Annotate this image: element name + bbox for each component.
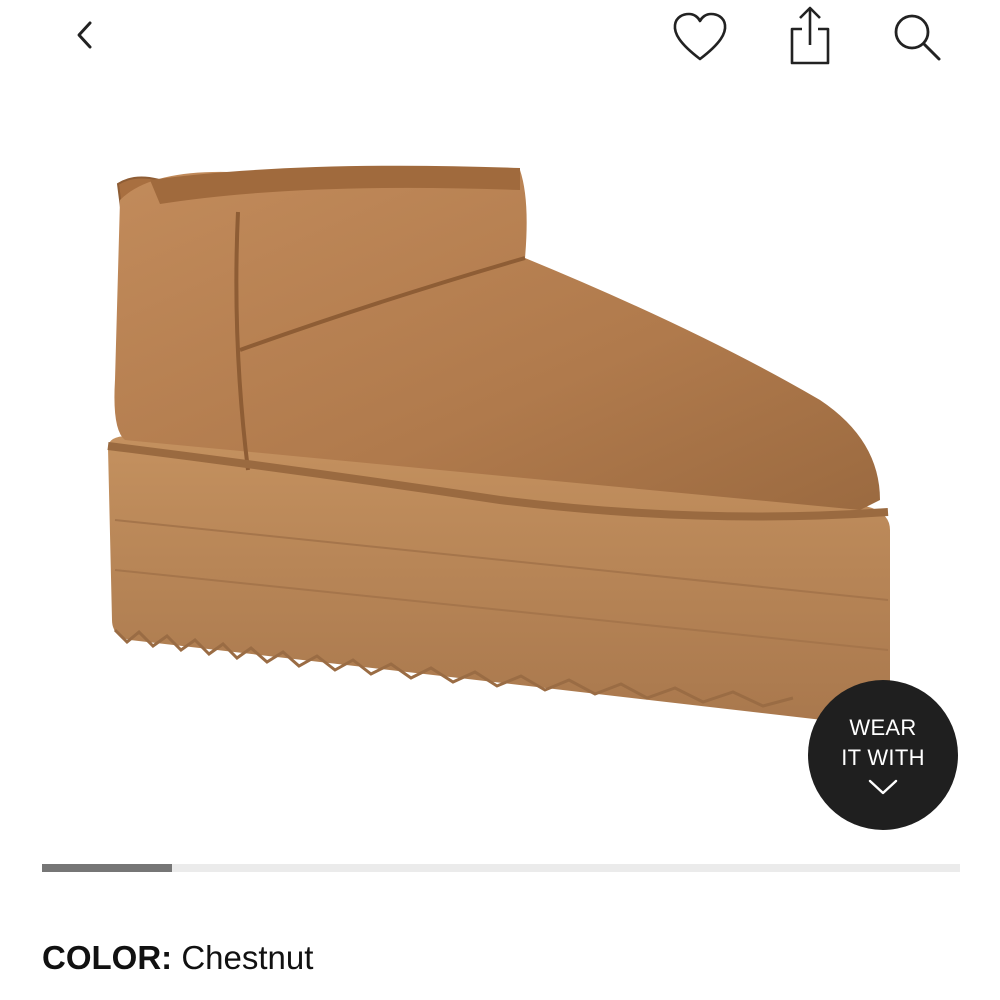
favorite-button[interactable] (668, 8, 732, 66)
search-button[interactable] (888, 8, 946, 66)
color-value: Chestnut (181, 939, 314, 976)
back-button[interactable] (60, 10, 110, 60)
chevron-left-icon (77, 21, 92, 49)
color-selection: COLOR: Chestnut (42, 936, 313, 980)
gallery-progress-track (42, 864, 960, 872)
gallery-progress-fill (42, 864, 173, 872)
wear-it-with-line2: IT WITH (841, 745, 925, 770)
search-icon (894, 14, 941, 61)
wear-it-with-line1: WEAR (849, 715, 917, 740)
share-icon (790, 6, 830, 65)
color-label: COLOR: (42, 939, 182, 976)
top-bar (0, 0, 1000, 80)
wear-it-with-button[interactable]: WEAR IT WITH (808, 680, 958, 830)
share-button[interactable] (782, 4, 838, 68)
heart-icon (673, 12, 727, 61)
chevron-down-icon (868, 779, 898, 795)
